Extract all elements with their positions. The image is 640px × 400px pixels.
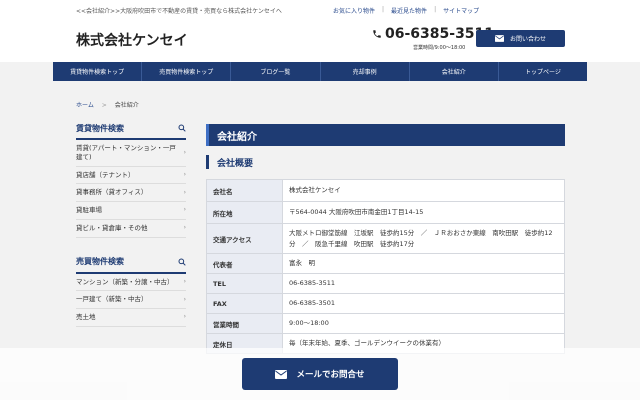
table-row: TEL 06-6385-3511 bbox=[206, 273, 565, 294]
nav-blog[interactable]: ブログ一覧 bbox=[231, 62, 321, 81]
mail-icon bbox=[494, 35, 504, 42]
nav-sale-search[interactable]: 売買物件検索トップ bbox=[142, 62, 232, 81]
business-hours: 営業時間/9:00～18:00 bbox=[413, 45, 466, 51]
sidebar-item-sale-house[interactable]: 一戸建て（新築・中古） › bbox=[76, 291, 186, 310]
nav-sale-cases[interactable]: 売却事例 bbox=[321, 62, 410, 81]
row-label: 交通アクセス bbox=[206, 223, 283, 254]
chevron-right-icon: › bbox=[183, 313, 186, 321]
table-row: 営業時間 9:00～18:00 bbox=[206, 313, 565, 334]
nav-company[interactable]: 会社紹介 bbox=[410, 62, 499, 81]
row-label: 所在地 bbox=[206, 201, 283, 224]
sidebar-item-rental-parking[interactable]: 貸駐車場 › bbox=[76, 202, 186, 220]
divider: | bbox=[382, 6, 385, 13]
sidebar-item-label: 売土地 bbox=[76, 313, 96, 322]
chevron-right-icon: › bbox=[183, 148, 186, 156]
chevron-right-icon: › bbox=[183, 295, 186, 303]
row-label: 営業時間 bbox=[206, 313, 283, 334]
sidebar-item-rental-store[interactable]: 貸店舗（テナント） › bbox=[76, 167, 186, 185]
sidebar-item-label: 貸店舗（テナント） bbox=[76, 170, 135, 179]
row-label: 会社名 bbox=[206, 179, 283, 202]
sitemap-link[interactable]: サイトマップ bbox=[443, 6, 479, 15]
breadcrumb: ホーム > 会社紹介 bbox=[76, 100, 139, 109]
contact-button[interactable]: お問い合わせ bbox=[476, 30, 565, 47]
site-logo[interactable]: 株式会社ケンセイ bbox=[76, 30, 188, 50]
recently-viewed-link[interactable]: 最近見た物件 bbox=[391, 6, 427, 15]
sidebar: 賃貸物件検索 賃貸(アパート・マンション・一戸建て) › 貸店舗（テナント） › 貸… bbox=[76, 118, 186, 327]
tagline: <<会社紹介>>大阪府吹田市で不動産の賃貸・売買なら株式会社ケンセイへ bbox=[76, 8, 282, 15]
sidebar-item-label: マンション（新築・分譲・中古） bbox=[76, 277, 174, 286]
mail-contact-label: メールでお問合せ bbox=[296, 370, 365, 380]
chevron-right-icon: › bbox=[183, 188, 186, 196]
top-links: お気に入り物件 | 最近見た物件 | サイトマップ bbox=[333, 6, 479, 15]
row-label: 代表者 bbox=[206, 253, 283, 274]
nav-top-page[interactable]: トップページ bbox=[499, 62, 587, 81]
chevron-right-icon: › bbox=[183, 224, 186, 232]
sale-search-title: 売買物件検索 bbox=[76, 256, 124, 267]
sidebar-item-label: 一戸建て（新築・中古） bbox=[76, 295, 148, 304]
favorites-link[interactable]: お気に入り物件 bbox=[333, 6, 375, 15]
row-label: TEL bbox=[206, 273, 283, 294]
nav-rental-search[interactable]: 賃貸物件検索トップ bbox=[53, 62, 143, 81]
section-title: 会社概要 bbox=[206, 155, 565, 169]
page: <<会社紹介>>大阪府吹田市で不動産の賃貸・売買なら株式会社ケンセイへ お気に入… bbox=[0, 0, 640, 400]
search-icon bbox=[178, 258, 186, 266]
breadcrumb-home[interactable]: ホーム bbox=[76, 102, 94, 109]
row-value: 富永 明 bbox=[282, 253, 565, 274]
row-value: 9:00～18:00 bbox=[282, 313, 565, 334]
table-row: 所在地 〒564-0044 大阪府吹田市南金田1丁目14-15 bbox=[206, 201, 565, 224]
page-title: 会社紹介 bbox=[206, 124, 565, 146]
contact-button-label: お問い合わせ bbox=[509, 36, 546, 43]
row-value: 〒564-0044 大阪府吹田市南金田1丁目14-15 bbox=[282, 201, 565, 224]
sidebar-item-label: 貸駐車場 bbox=[76, 206, 102, 215]
table-row: FAX 06-6385-3501 bbox=[206, 293, 565, 314]
row-value: 株式会社ケンセイ bbox=[282, 179, 565, 202]
table-row: 会社名 株式会社ケンセイ bbox=[206, 179, 565, 202]
mail-contact-button[interactable]: メールでお問合せ bbox=[242, 358, 398, 390]
rental-search-title: 賃貸物件検索 bbox=[76, 122, 124, 133]
row-label: FAX bbox=[206, 293, 283, 314]
mail-icon bbox=[275, 369, 288, 379]
sale-search-heading[interactable]: 売買物件検索 bbox=[76, 252, 186, 274]
sidebar-item-rental-housing[interactable]: 賃貸(アパート・マンション・一戸建て) › bbox=[76, 140, 186, 167]
search-icon bbox=[178, 124, 186, 132]
site-header: <<会社紹介>>大阪府吹田市で不動産の賃貸・売買なら株式会社ケンセイへ お気に入… bbox=[0, 0, 640, 62]
sidebar-item-rental-office[interactable]: 貸事務所（貸オフィス） › bbox=[76, 184, 186, 203]
sidebar-item-label: 賃貸(アパート・マンション・一戸建て) bbox=[76, 144, 176, 161]
row-value[interactable]: 06-6385-3511 bbox=[282, 273, 565, 294]
sidebar-item-sale-mansion[interactable]: マンション（新築・分譲・中古） › bbox=[76, 274, 186, 292]
chevron-right-icon: › bbox=[183, 277, 186, 285]
main-nav: 賃貸物件検索トップ 売買物件検索トップ ブログ一覧 売却事例 会社紹介 トップペ… bbox=[53, 62, 587, 81]
row-value: 大阪メトロ御堂筋線 江坂駅 徒歩約15分 ／ ＪＲおおさか東線 南吹田駅 徒歩約… bbox=[282, 223, 565, 254]
breadcrumb-separator: > bbox=[101, 102, 107, 109]
row-value: 06-6385-3501 bbox=[282, 293, 565, 314]
table-row: 代表者 富永 明 bbox=[206, 253, 565, 274]
divider: | bbox=[434, 6, 437, 13]
company-info-table: 会社名 株式会社ケンセイ 所在地 〒564-0044 大阪府吹田市南金田1丁目14-… bbox=[206, 179, 565, 354]
sidebar-item-sale-land[interactable]: 売土地 › bbox=[76, 309, 186, 327]
rental-search-heading[interactable]: 賃貸物件検索 bbox=[76, 118, 186, 140]
table-row: 交通アクセス 大阪メトロ御堂筋線 江坂駅 徒歩約15分 ／ ＪＲおおさか東線 南吹… bbox=[206, 223, 565, 254]
sidebar-item-label: 貸ビル・貸倉庫・その他 bbox=[76, 223, 148, 232]
breadcrumb-current: 会社紹介 bbox=[114, 102, 139, 109]
main-content: 会社紹介 会社概要 会社名 株式会社ケンセイ 所在地 〒564-0044 大阪府吹田… bbox=[206, 124, 565, 354]
sidebar-item-rental-other[interactable]: 貸ビル・貸倉庫・その他 › bbox=[76, 220, 186, 238]
chevron-right-icon: › bbox=[183, 206, 186, 214]
chevron-right-icon: › bbox=[183, 170, 186, 178]
sidebar-item-label: 貸事務所（貸オフィス） bbox=[76, 188, 148, 197]
phone-icon bbox=[373, 30, 381, 38]
